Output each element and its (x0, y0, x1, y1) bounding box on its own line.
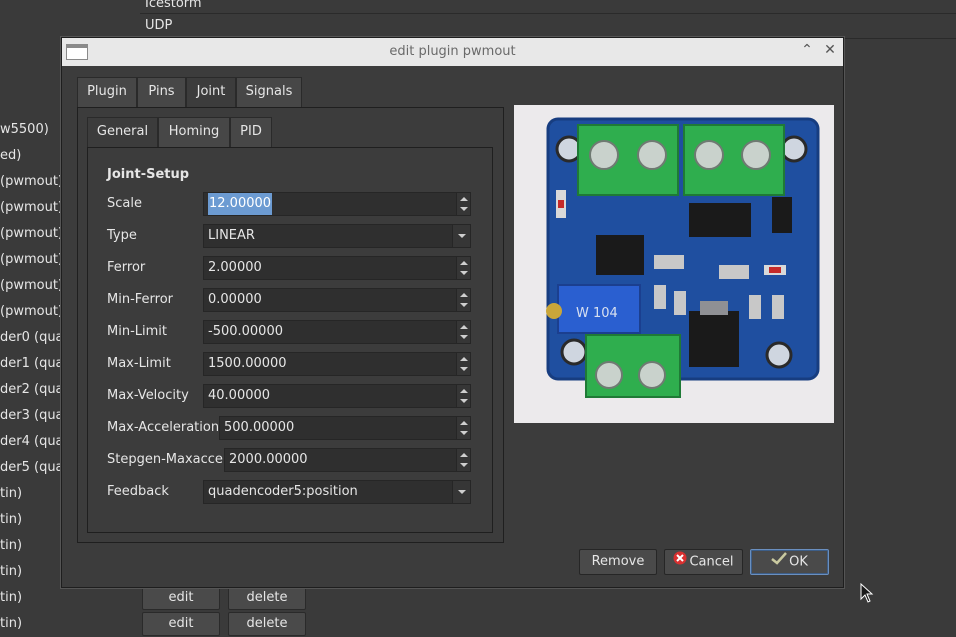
max-velocity-label: Max-Velocity (107, 388, 189, 403)
ferror-value: 2.00000 (208, 260, 262, 275)
tab-pins[interactable]: Pins (137, 77, 186, 107)
chevron-down-icon[interactable] (452, 481, 470, 503)
max-velocity-spinbox[interactable]: 40.00000 (203, 384, 471, 408)
min-limit-spinbox[interactable]: -500.00000 (203, 320, 471, 344)
plugin-list-label: tin) (0, 486, 23, 501)
max-acceleration-label: Max-Acceleration (107, 420, 220, 435)
plugin-list-label: (pwmout) (0, 200, 62, 215)
plugin-list-label: der3 (quac (0, 408, 62, 423)
cancel-button[interactable]: Cancel (664, 549, 743, 575)
feedback-select[interactable]: quadencoder5:position (203, 480, 471, 504)
spin-arrows-icon[interactable] (456, 289, 470, 311)
min-limit-label: Min-Limit (107, 324, 167, 339)
max-velocity-value: 40.00000 (208, 388, 271, 403)
ferror-label: Ferror (107, 260, 146, 275)
feedback-value: quadencoder5:position (208, 484, 358, 499)
scale-label: Scale (107, 196, 142, 211)
plugin-list-label: tin) (0, 512, 23, 527)
plugin-list-label: der5 (quac (0, 460, 62, 475)
plugin-list-label: (pwmout) (0, 252, 62, 267)
edit-button[interactable]: edit (142, 586, 220, 610)
spin-arrows-icon[interactable] (456, 321, 470, 343)
plugin-list-label: der4 (quac (0, 434, 62, 449)
min-ferror-spinbox[interactable]: 0.00000 (203, 288, 471, 312)
dialog-body: Plugin Pins Joint Signals General Homing… (66, 66, 840, 584)
spin-arrows-icon[interactable] (456, 193, 470, 215)
feedback-label: Feedback (107, 484, 169, 499)
tab-plugin[interactable]: Plugin (77, 77, 137, 107)
delete-button[interactable]: delete (228, 586, 306, 610)
cancel-label: Cancel (689, 554, 734, 570)
plugin-list-label: tin) (0, 538, 23, 553)
spin-arrows-icon[interactable] (456, 385, 470, 407)
delete-button[interactable]: delete (228, 612, 306, 636)
joint-tab-pane: General Homing PID Joint-Setup Scale 12.… (77, 107, 504, 543)
plugin-image: W 104 (514, 105, 834, 423)
general-tab-pane: Joint-Setup Scale 12.00000 Type LINEAR F… (87, 147, 493, 533)
tab-pid[interactable]: PID (230, 117, 272, 147)
scale-spinbox[interactable]: 12.00000 (203, 192, 471, 216)
ferror-spinbox[interactable]: 2.00000 (203, 256, 471, 280)
checkmark-icon (771, 550, 788, 574)
stepgen-maxaccel-spinbox[interactable]: 2000.00000 (224, 448, 471, 472)
dialog-title: edit plugin pwmout (389, 44, 516, 59)
edit-button[interactable]: edit (142, 612, 220, 636)
plugin-list-label: der1 (quac (0, 356, 62, 371)
stepgen-maxaccel-value: 2000.00000 (229, 452, 308, 467)
plugin-list-label: (pwmout) (0, 278, 62, 293)
min-ferror-value: 0.00000 (208, 292, 262, 307)
list-item[interactable]: UDP (145, 18, 172, 33)
plugin-list-label: tin) (0, 564, 23, 579)
plugin-list-label: der0 (quac (0, 330, 62, 345)
min-ferror-label: Min-Ferror (107, 292, 173, 307)
remove-button[interactable]: Remove (579, 549, 657, 575)
scale-value: 12.00000 (208, 193, 273, 215)
plugin-list-label: tin) (0, 590, 23, 605)
cancel-icon (673, 550, 687, 574)
edit-plugin-dialog: edit plugin pwmout ⌃ ✕ Plugin Pins Joint… (61, 37, 844, 588)
divider (140, 13, 956, 14)
min-limit-value: -500.00000 (208, 324, 283, 339)
spin-arrows-icon[interactable] (456, 417, 470, 439)
type-value: LINEAR (208, 228, 255, 243)
ok-button[interactable]: OK (750, 549, 829, 575)
potentiometer-marking: W 104 (576, 306, 618, 321)
max-limit-spinbox[interactable]: 1500.00000 (203, 352, 471, 376)
plugin-list-label: (pwmout) (0, 304, 62, 319)
spin-arrows-icon[interactable] (456, 449, 470, 471)
tab-homing[interactable]: Homing (158, 117, 230, 147)
list-item[interactable]: Icestorm (145, 0, 202, 11)
close-icon[interactable]: ✕ (822, 42, 838, 58)
plugin-list-label: w5500) (0, 122, 49, 137)
chevron-down-icon[interactable] (452, 225, 470, 247)
max-acceleration-spinbox[interactable]: 500.00000 (219, 416, 471, 440)
max-limit-label: Max-Limit (107, 356, 171, 371)
section-title: Joint-Setup (107, 167, 190, 182)
plugin-list-label: tin) (0, 616, 23, 631)
spin-arrows-icon[interactable] (456, 257, 470, 279)
type-label: Type (107, 228, 137, 243)
tab-joint[interactable]: Joint (186, 77, 236, 108)
plugin-list-label: (pwmout) (0, 174, 62, 189)
plugin-list-label: (pwmout) (0, 226, 62, 241)
stepgen-maxaccel-label: Stepgen-Maxaccel (107, 452, 227, 467)
dialog-titlebar[interactable]: edit plugin pwmout ⌃ ✕ (62, 38, 843, 66)
mouse-pointer-icon (860, 582, 874, 607)
maximize-icon[interactable]: ⌃ (799, 42, 815, 58)
plugin-list-label: der2 (quac (0, 382, 62, 397)
pwm-board-illustration: W 104 (514, 105, 834, 423)
spin-arrows-icon[interactable] (456, 353, 470, 375)
tab-general[interactable]: General (87, 117, 158, 148)
ok-label: OK (789, 554, 808, 570)
type-select[interactable]: LINEAR (203, 224, 471, 248)
tab-signals[interactable]: Signals (236, 77, 302, 107)
max-limit-value: 1500.00000 (208, 356, 287, 371)
max-acceleration-value: 500.00000 (224, 420, 295, 435)
plugin-list-label: ed) (0, 148, 22, 163)
